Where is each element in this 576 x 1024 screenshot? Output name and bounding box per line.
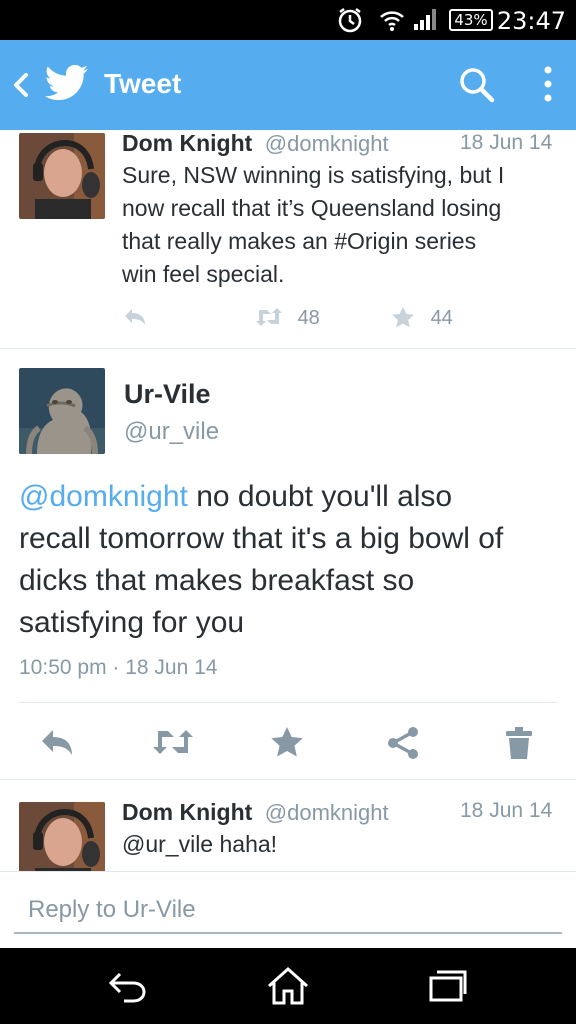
- tweet-text-line: no doubt you'll also: [187, 480, 453, 513]
- recent-apps-icon[interactable]: [428, 966, 468, 1011]
- tweet-text: Sure, NSW winning is satisfying, but I n…: [122, 159, 562, 291]
- page-title: Tweet: [104, 68, 182, 99]
- tweet-text-line: dicks that makes breakfast so: [19, 564, 415, 597]
- favorite-button[interactable]: 44: [391, 306, 453, 330]
- tweet-text-line: recall tomorrow that it's a big bowl of: [19, 522, 504, 555]
- home-icon[interactable]: [266, 966, 310, 1011]
- system-nav-bar: [0, 948, 576, 1024]
- tweet-date: 18 Jun 14: [460, 131, 553, 154]
- alarm-icon: [336, 6, 364, 39]
- tweet-text-line: Sure, NSW winning is satisfying, but I: [122, 162, 505, 188]
- retweet-count: 48: [297, 307, 320, 329]
- back-chevron-icon[interactable]: [8, 67, 32, 108]
- tweet-text-line: win feel special.: [122, 261, 285, 287]
- reply-tweet[interactable]: Dom Knight @domknight 18 Jun 14 @ur_vile…: [0, 781, 576, 871]
- author-handle[interactable]: @ur_vile: [124, 418, 219, 446]
- wifi-icon: [378, 6, 406, 39]
- tweet-text-line: that really makes an #Origin series: [122, 228, 477, 254]
- reply-icon[interactable]: [38, 726, 76, 763]
- signal-icon: [412, 6, 440, 39]
- status-bar: 43% 23:47: [0, 0, 576, 40]
- tweet-text: @domknight no doubt you'll also recall t…: [19, 476, 559, 644]
- retweet-button[interactable]: 48: [254, 306, 320, 330]
- avatar[interactable]: [19, 368, 105, 454]
- battery-indicator: 43%: [449, 9, 493, 31]
- author-handle[interactable]: @domknight: [265, 131, 389, 156]
- author-handle[interactable]: @domknight: [265, 800, 389, 825]
- author-name[interactable]: Dom Knight: [122, 799, 252, 825]
- mention-link[interactable]: @domknight: [19, 480, 188, 513]
- tweet-timestamp: 10:50 pm · 18 Jun 14: [19, 656, 218, 679]
- back-icon[interactable]: [106, 966, 150, 1011]
- favorite-count: 44: [430, 307, 453, 329]
- divider: [19, 702, 557, 703]
- favorite-icon[interactable]: [270, 726, 304, 763]
- author-name[interactable]: Ur-Vile: [124, 379, 211, 410]
- app-bar: Tweet: [0, 40, 576, 130]
- reply-input[interactable]: [14, 888, 562, 934]
- tweet-date: 18 Jun 14: [460, 799, 553, 822]
- overflow-menu-icon[interactable]: [540, 64, 556, 109]
- avatar[interactable]: [19, 802, 105, 871]
- tweet-text-line: satisfying for you: [19, 606, 245, 639]
- retweet-icon[interactable]: [150, 726, 196, 763]
- reply-composer: [0, 871, 576, 948]
- tweet-text-line: now recall that it’s Queensland losing: [122, 195, 502, 221]
- delete-trash-icon[interactable]: [504, 726, 534, 765]
- reply-icon[interactable]: [122, 306, 148, 334]
- share-icon[interactable]: [385, 726, 421, 765]
- twitter-bird-icon[interactable]: [44, 64, 90, 109]
- clock: 23:47: [496, 7, 566, 35]
- avatar[interactable]: [19, 133, 105, 219]
- parent-tweet-actions: 48 44: [0, 306, 576, 332]
- author-name[interactable]: Dom Knight: [122, 130, 252, 156]
- search-icon[interactable]: [458, 66, 496, 109]
- tweet-text: @ur_vile haha!: [122, 831, 278, 857]
